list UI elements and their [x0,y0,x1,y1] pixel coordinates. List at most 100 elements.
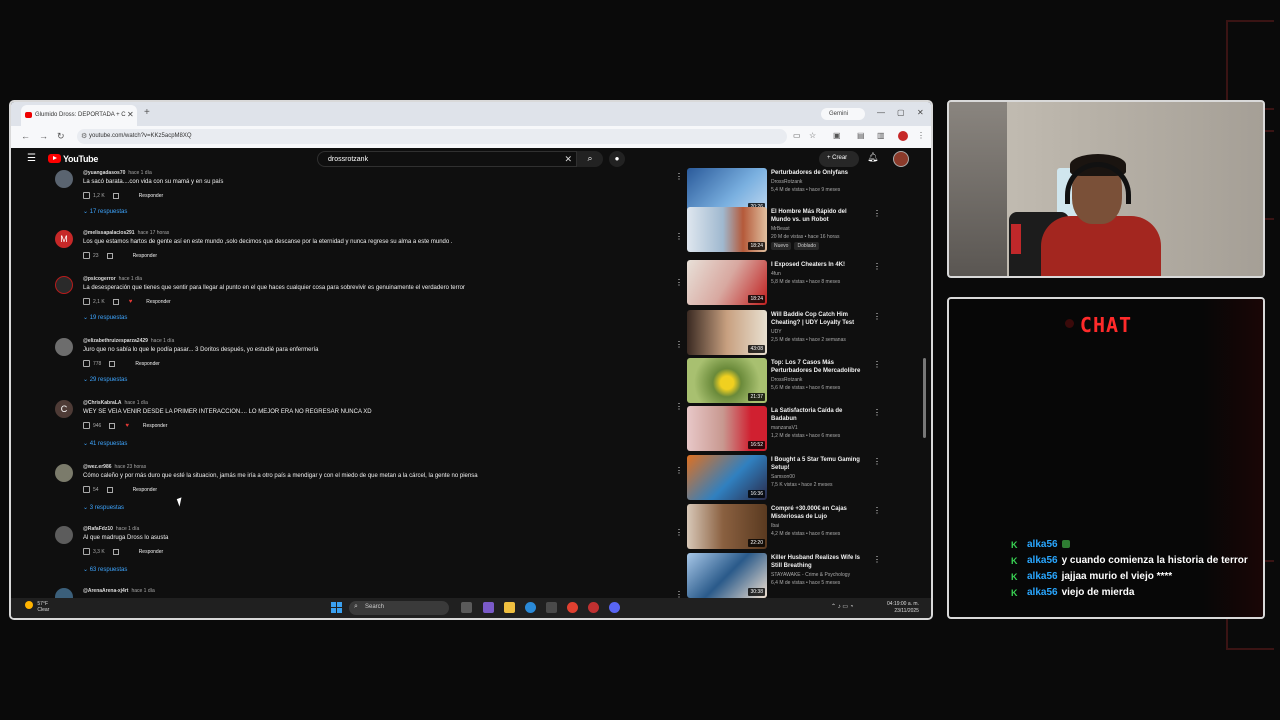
commenter-avatar[interactable] [55,464,73,482]
profile-avatar[interactable] [898,131,908,141]
like-icon[interactable] [83,422,90,429]
chat-username[interactable]: alka56 [1027,539,1058,550]
video-thumbnail[interactable]: 30:38 [687,553,767,598]
comment-menu-icon[interactable]: ⋮ [675,590,683,598]
copilot-icon[interactable] [483,602,494,613]
recommended-video[interactable]: 16:36 I Bought a 5 Star Temu Gaming Setu… [687,455,915,501]
comment-menu-icon[interactable]: ⋮ [675,402,683,411]
video-title[interactable]: La Satisfactoria Caída de Badabun [771,407,863,423]
video-channel[interactable]: manzanaV1 [771,425,798,431]
view-replies-button[interactable]: ⌄ 17 respuestas [83,208,127,215]
video-menu-icon[interactable]: ⋮ [873,506,881,515]
chat-username[interactable]: alka56 [1027,587,1058,598]
install-icon[interactable]: ▭ [793,131,801,140]
reload-icon[interactable]: ↻ [57,131,65,142]
view-replies-button[interactable]: ⌄ 41 respuestas [83,440,127,447]
reply-button[interactable]: Responder [139,193,163,199]
obs-icon[interactable] [588,602,599,613]
video-thumbnail[interactable]: 18:24 [687,260,767,305]
view-replies-button[interactable]: ⌄ 29 respuestas [83,376,127,383]
comment-handle[interactable]: @yuangadasos70 hace 1 día [83,170,152,176]
store-icon[interactable] [546,602,557,613]
video-menu-icon[interactable]: ⋮ [873,555,881,564]
file-explorer-icon[interactable] [504,602,515,613]
taskbar-clock[interactable]: 04:19:00 a. m. 23/11/2025 [887,601,919,615]
dislike-icon[interactable] [109,360,116,367]
video-title[interactable]: Will Baddie Cop Catch Him Cheating? | UD… [771,311,863,327]
video-thumbnail[interactable]: 43:08 [687,310,767,355]
like-icon[interactable] [83,360,90,367]
commenter-avatar[interactable] [55,170,73,188]
site-info-icon[interactable]: ⚙ [81,132,87,140]
reply-button[interactable]: Responder [133,253,157,259]
recommended-video[interactable]: 21:37 Top: Los 7 Casos Más Perturbadores… [687,358,915,404]
video-thumbnail[interactable]: 16:36 [687,455,767,500]
video-channel[interactable]: DrossRotzank [771,179,802,185]
dislike-icon[interactable] [112,192,119,199]
like-icon[interactable] [83,252,90,259]
video-title[interactable]: El Hombre Más Rápido del Mundo vs. un Ro… [771,208,863,224]
like-icon[interactable] [83,298,90,305]
clear-search-icon[interactable]: ✕ [564,154,572,165]
youtube-logo-text[interactable]: YouTube [63,154,98,164]
browser-tab[interactable]: Glumido Dross: DEPORTADA + C ✕ [21,105,137,126]
dislike-icon[interactable] [112,548,119,555]
video-title[interactable]: I Exposed Cheaters In 4K! [771,261,863,269]
video-channel[interactable]: UDY [771,329,782,335]
recommended-video[interactable]: 16:52 La Satisfactoria Caída de Badabun … [687,406,915,452]
video-title[interactable]: Perturbadores de Onlyfans [771,169,863,177]
video-channel[interactable]: Samson00 [771,474,795,480]
video-title[interactable]: I Bought a 5 Star Temu Gaming Setup! [771,456,863,472]
video-title[interactable]: Killer Husband Realizes Wife Is Still Br… [771,554,863,570]
task-view-icon[interactable] [461,602,472,613]
system-tray[interactable]: ⌃ ♪ ▭ ◔ [831,603,853,610]
reply-button[interactable]: Responder [146,299,170,305]
discord-icon[interactable] [609,602,620,613]
comment-handle[interactable]: @wez.er986 hace 23 horas [83,464,146,470]
video-title[interactable]: Compré +30.000€ en Cajas Misteriosas de … [771,505,863,521]
recommended-video[interactable]: 18:24 I Exposed Cheaters In 4K! 4fun 5,8… [687,260,915,306]
recommended-video[interactable]: 18:24 El Hombre Más Rápido del Mundo vs.… [687,207,915,253]
video-thumbnail[interactable]: 21:37 [687,358,767,403]
gemini-button[interactable]: Gemini [821,108,865,120]
view-replies-button[interactable]: ⌄ 19 respuestas [83,314,127,321]
comment-menu-icon[interactable]: ⋮ [675,466,683,475]
reply-button[interactable]: Responder [133,487,157,493]
video-channel[interactable]: STAYAWAKE - Crime & Psychology [771,572,850,578]
forward-arrow-icon[interactable]: → [39,131,48,141]
commenter-avatar[interactable]: C [55,400,73,418]
dislike-icon[interactable] [106,486,113,493]
back-arrow-icon[interactable]: ← [21,131,30,141]
recommended-video[interactable]: 30:38 Killer Husband Realizes Wife Is St… [687,553,915,598]
comment-menu-icon[interactable]: ⋮ [675,172,683,181]
comment-handle[interactable]: @ArenaArena-xj4rt hace 1 día [83,588,155,594]
dislike-icon[interactable] [112,298,119,305]
search-button[interactable]: ⌕ [577,151,603,167]
video-menu-icon[interactable]: ⋮ [873,408,881,417]
video-channel[interactable]: Ibai [771,523,779,529]
chrome-icon[interactable] [567,602,578,613]
comment-menu-icon[interactable]: ⋮ [675,278,683,287]
view-replies-button[interactable]: ⌄ 63 respuestas [83,566,127,573]
view-replies-button[interactable]: ⌄ 3 respuestas [83,504,124,511]
recommended-video[interactable]: 22:20 Compré +30.000€ en Cajas Misterios… [687,504,915,550]
edge-icon[interactable] [525,602,536,613]
commenter-avatar[interactable] [55,526,73,544]
like-icon[interactable] [83,548,90,555]
comment-handle[interactable]: @psicogerror hace 1 día [83,276,142,282]
video-menu-icon[interactable]: ⋮ [873,457,881,466]
reply-button[interactable]: Responder [143,423,167,429]
video-thumbnail[interactable]: 18:24 [687,207,767,252]
video-menu-icon[interactable]: ⋮ [873,312,881,321]
comment-menu-icon[interactable]: ⋮ [675,340,683,349]
comment-handle[interactable]: @elizabethruizesparza2429 hace 1 día [83,338,174,344]
menu-dots-icon[interactable]: ⋮ [917,131,925,140]
comment-handle[interactable]: @RafaFdz10 hace 1 día [83,526,139,532]
notifications-bell-icon[interactable]: 🔔︎ [867,152,878,163]
search-input[interactable]: drossrotzank ✕ [317,151,577,167]
create-button[interactable]: + Crear [819,151,859,167]
commenter-avatar[interactable] [55,588,73,598]
address-bar[interactable]: ⚙ youtube.com/watch?v=KKz5acpM8XQ [77,129,787,144]
video-channel[interactable]: DrossRotzank [771,377,802,383]
video-channel[interactable]: MrBeast [771,226,790,232]
